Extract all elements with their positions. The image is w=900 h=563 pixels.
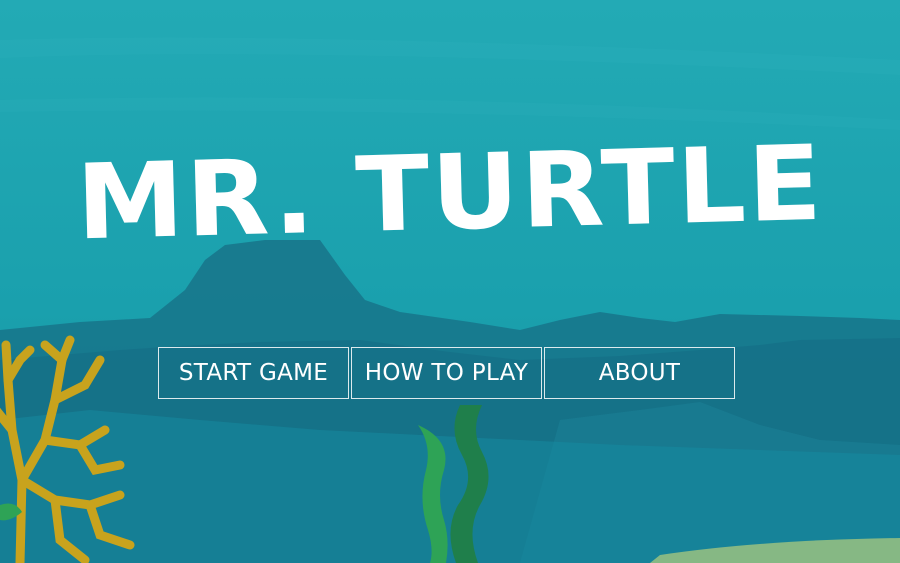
about-button[interactable]: ABOUT xyxy=(544,347,735,399)
game-title: MR. TURTLE xyxy=(74,123,826,264)
underwater-background xyxy=(0,0,900,563)
start-game-button[interactable]: START GAME xyxy=(158,347,349,399)
how-to-play-button[interactable]: HOW TO PLAY xyxy=(351,347,542,399)
main-menu: START GAME HOW TO PLAY ABOUT xyxy=(158,347,735,399)
